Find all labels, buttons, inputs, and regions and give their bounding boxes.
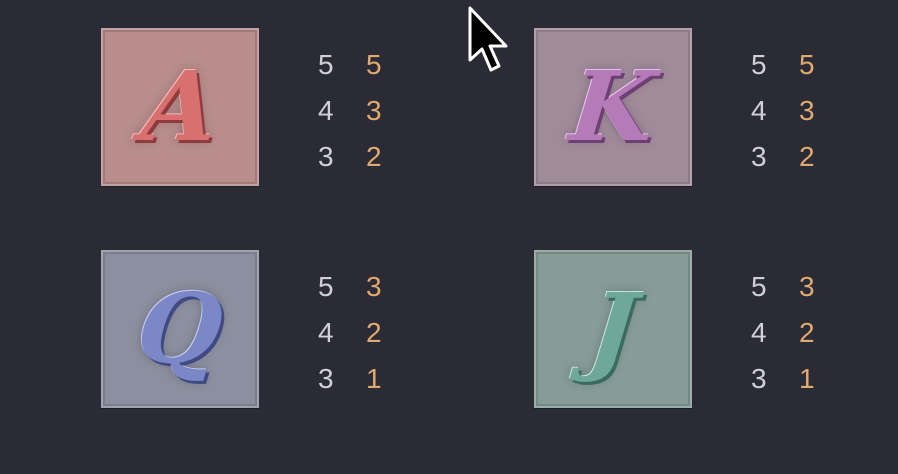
symbol-a-icon: A — [136, 50, 224, 163]
payout-count: 5 — [318, 271, 334, 302]
payout-value: 1 — [799, 363, 815, 394]
payout-value: 3 — [799, 271, 815, 302]
payout-table-j: 5 3 4 2 3 1 — [751, 264, 841, 402]
payout-row: 5 5 — [751, 42, 841, 88]
payout-value: 3 — [366, 95, 382, 126]
payout-count: 5 — [318, 49, 334, 80]
payout-row: 5 3 — [751, 264, 841, 310]
symbol-tile-k: K — [534, 28, 692, 186]
payout-value: 2 — [799, 141, 815, 172]
payout-count: 4 — [318, 95, 334, 126]
payout-value: 2 — [366, 141, 382, 172]
payout-table-q: 5 3 4 2 3 1 — [318, 264, 408, 402]
payout-count: 3 — [751, 363, 767, 394]
payout-count: 4 — [751, 317, 767, 348]
payout-row: 4 2 — [318, 310, 408, 356]
mouse-pointer-icon — [468, 6, 508, 72]
payout-row: 4 3 — [318, 88, 408, 134]
payout-row: 3 2 — [751, 134, 841, 180]
symbol-j-icon: J — [584, 272, 642, 385]
payout-value: 1 — [366, 363, 382, 394]
symbol-tile-q: Q — [101, 250, 259, 408]
payout-count: 5 — [751, 271, 767, 302]
payout-row: 4 2 — [751, 310, 841, 356]
payout-row: 3 1 — [318, 356, 408, 402]
payout-row: 5 3 — [318, 264, 408, 310]
payout-count: 4 — [318, 317, 334, 348]
payout-value: 2 — [799, 317, 815, 348]
payout-value: 5 — [799, 49, 815, 80]
symbol-tile-a: A — [101, 28, 259, 186]
payout-value: 3 — [366, 271, 382, 302]
payout-table-a: 5 5 4 3 3 2 — [318, 42, 408, 180]
payout-row: 3 2 — [318, 134, 408, 180]
payout-row: 5 5 — [318, 42, 408, 88]
payout-row: 4 3 — [751, 88, 841, 134]
payout-count: 4 — [751, 95, 767, 126]
payout-count: 3 — [751, 141, 767, 172]
payout-table-k: 5 5 4 3 3 2 — [751, 42, 841, 180]
payout-value: 5 — [366, 49, 382, 80]
payout-value: 3 — [799, 95, 815, 126]
payout-count: 3 — [318, 363, 334, 394]
payout-count: 5 — [751, 49, 767, 80]
symbol-tile-j: J — [534, 250, 692, 408]
symbol-k-icon: K — [565, 50, 661, 163]
payout-count: 3 — [318, 141, 334, 172]
payout-value: 2 — [366, 317, 382, 348]
payout-row: 3 1 — [751, 356, 841, 402]
symbol-q-icon: Q — [132, 272, 228, 385]
